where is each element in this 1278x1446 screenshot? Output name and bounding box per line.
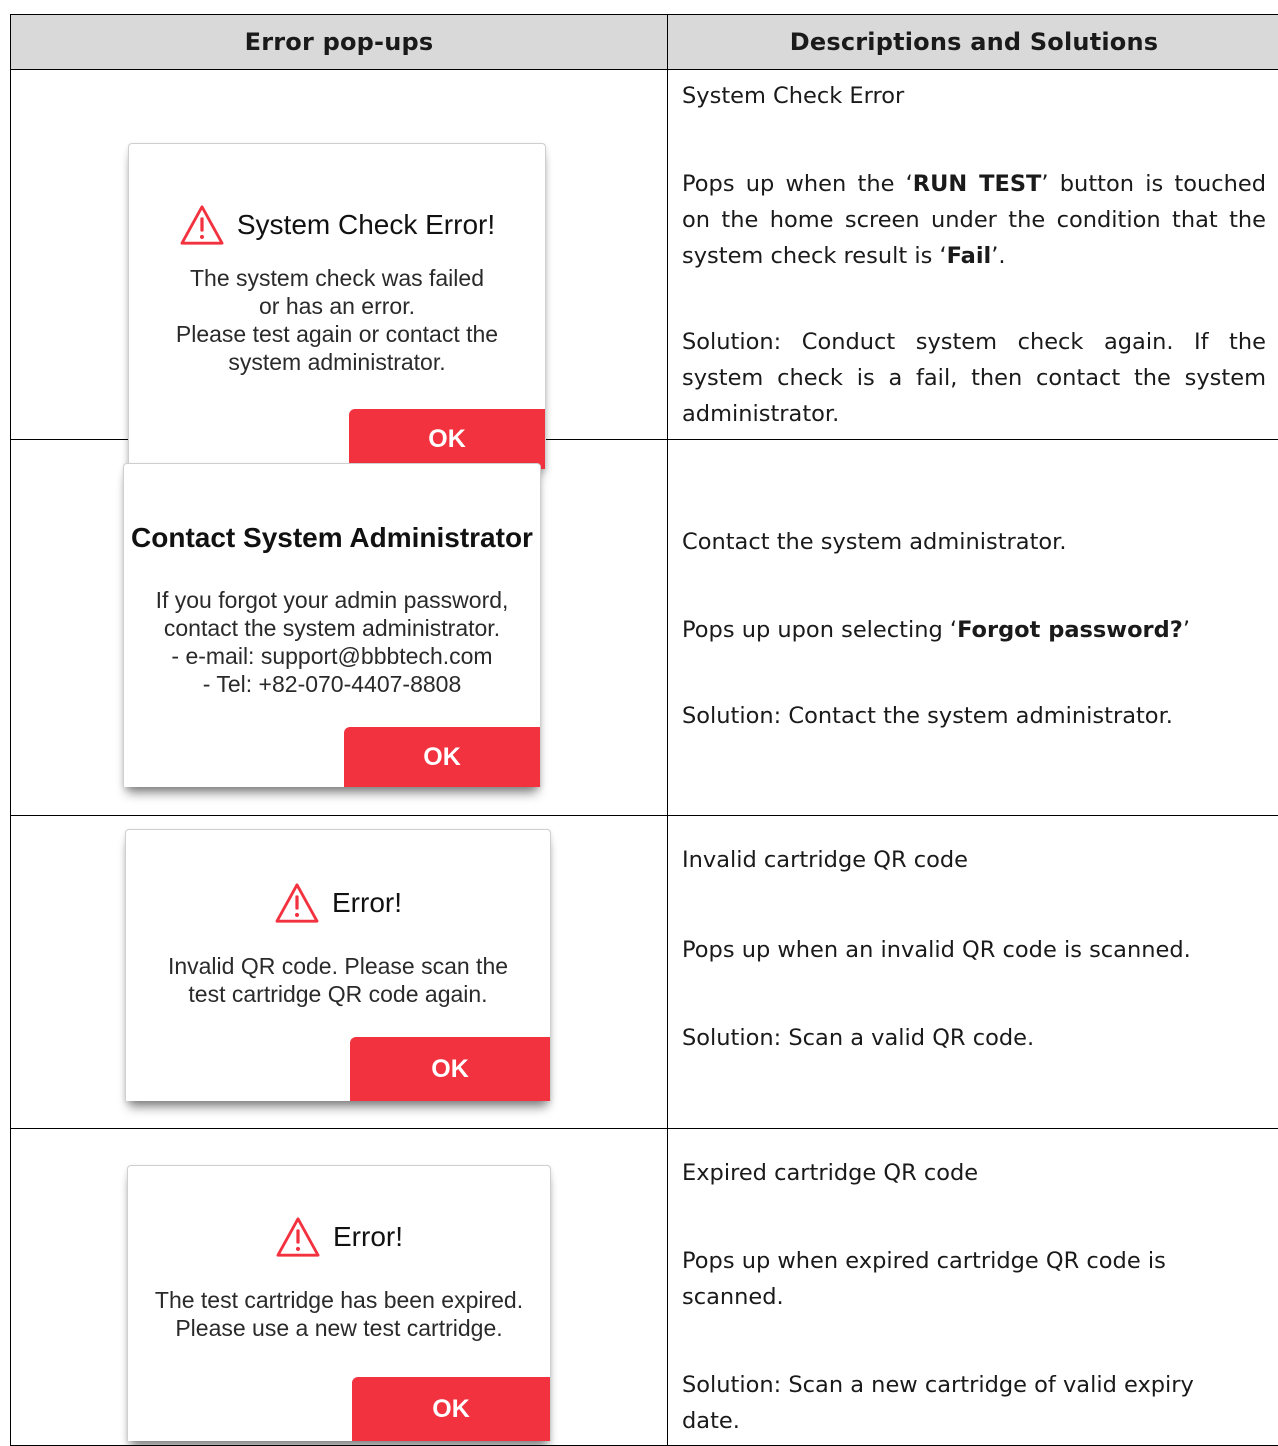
warning-triangle-icon bbox=[179, 204, 225, 246]
popup-title: Contact System Administrator bbox=[131, 522, 533, 554]
description-text: Pops up when an invalid QR code is scann… bbox=[682, 932, 1266, 968]
table-row: Contact System Administrator If you forg… bbox=[11, 440, 1278, 816]
popup-message: If you forgot your admin password, conta… bbox=[124, 586, 540, 698]
popup-cell: System Check Error! The system check was… bbox=[11, 70, 668, 440]
popup-message: Invalid QR code. Please scan the test ca… bbox=[126, 952, 550, 1008]
ok-button[interactable]: OK bbox=[352, 1377, 550, 1441]
system-check-error-popup: System Check Error! The system check was… bbox=[128, 143, 546, 469]
description-cell: System Check Error Pops up when the ‘RUN… bbox=[668, 70, 1278, 440]
ok-button[interactable]: OK bbox=[344, 727, 540, 787]
description-cell: Invalid cartridge QR code Pops up when a… bbox=[668, 816, 1278, 1129]
warning-triangle-icon bbox=[274, 882, 320, 924]
description-title: Invalid cartridge QR code bbox=[682, 842, 1266, 878]
header-error-popups: Error pop-ups bbox=[11, 15, 668, 70]
popup-cell: Error! The test cartridge has been expir… bbox=[11, 1129, 668, 1446]
popup-cell: Error! Invalid QR code. Please scan the … bbox=[11, 816, 668, 1129]
popup-message: The system check was failed or has an er… bbox=[129, 264, 545, 376]
table-header-row: Error pop-ups Descriptions and Solutions bbox=[11, 15, 1278, 70]
solution-text: Solution: Conduct system check again. If… bbox=[682, 324, 1266, 432]
description-title: Contact the system administrator. bbox=[682, 524, 1266, 560]
table-row: Error! The test cartridge has been expir… bbox=[11, 1129, 1278, 1446]
ok-button[interactable]: OK bbox=[350, 1037, 550, 1101]
solution-text: Solution: Contact the system administrat… bbox=[682, 698, 1266, 734]
solution-text: Solution: Scan a valid QR code. bbox=[682, 1020, 1266, 1056]
warning-triangle-icon bbox=[275, 1216, 321, 1258]
description-text: Pops up when the ‘RUN TEST’ button is to… bbox=[682, 166, 1266, 274]
header-descriptions: Descriptions and Solutions bbox=[668, 15, 1278, 70]
contact-admin-popup: Contact System Administrator If you forg… bbox=[123, 463, 541, 787]
error-popups-table: Error pop-ups Descriptions and Solutions… bbox=[10, 14, 1278, 1446]
invalid-qr-popup: Error! Invalid QR code. Please scan the … bbox=[125, 829, 551, 1101]
table-row: System Check Error! The system check was… bbox=[11, 70, 1278, 440]
description-cell: Contact the system administrator. Pops u… bbox=[668, 440, 1278, 816]
popup-title: Error! bbox=[333, 1221, 403, 1253]
description-cell: Expired cartridge QR code Pops up when e… bbox=[668, 1129, 1278, 1446]
description-title: System Check Error bbox=[682, 78, 1266, 114]
description-title: Expired cartridge QR code bbox=[682, 1155, 1266, 1191]
solution-text: Solution: Scan a new cartridge of valid … bbox=[682, 1367, 1240, 1439]
table-row: Error! Invalid QR code. Please scan the … bbox=[11, 816, 1278, 1129]
expired-cartridge-popup: Error! The test cartridge has been expir… bbox=[127, 1165, 551, 1441]
popup-title: Error! bbox=[332, 887, 402, 919]
popup-title: System Check Error! bbox=[237, 209, 495, 241]
popup-cell: Contact System Administrator If you forg… bbox=[11, 440, 668, 816]
popup-message: The test cartridge has been expired. Ple… bbox=[128, 1286, 550, 1342]
description-text: Pops up when expired cartridge QR code i… bbox=[682, 1243, 1210, 1315]
description-text: Pops up upon selecting ‘Forgot password?… bbox=[682, 612, 1266, 648]
